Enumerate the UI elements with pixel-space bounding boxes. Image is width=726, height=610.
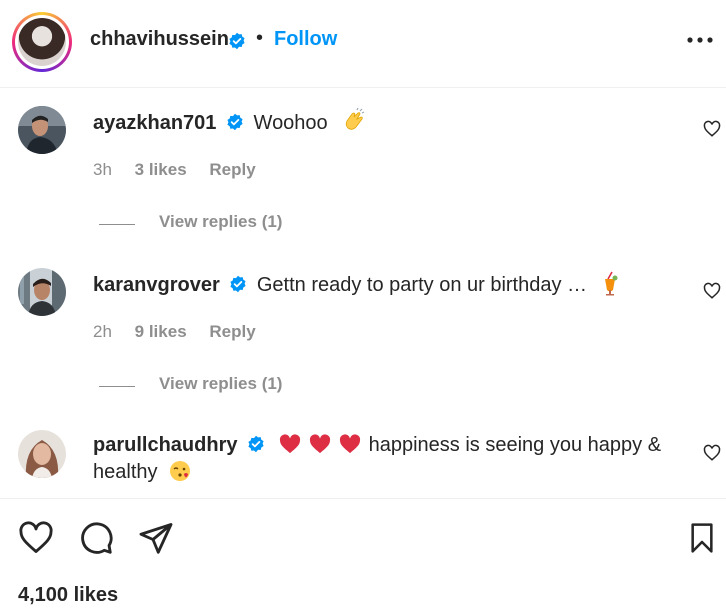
replies-divider-line: [99, 386, 135, 387]
comment-username[interactable]: parullchaudhry: [93, 434, 237, 456]
more-options-icon[interactable]: [686, 33, 714, 47]
like-heart-icon[interactable]: [703, 282, 721, 300]
avatar-image: [18, 18, 66, 66]
comment-content: karanvgrover Gettn ready to party on ur …: [93, 270, 686, 299]
comment-time: 3h: [93, 160, 112, 179]
commenter-avatar[interactable]: [18, 430, 66, 478]
view-replies-button[interactable]: View replies (1): [159, 212, 282, 232]
red-heart-emoji: [339, 434, 360, 454]
face-blowing-kiss-emoji: [170, 461, 191, 481]
like-icon[interactable]: [18, 520, 54, 556]
avatar-image: [18, 430, 66, 478]
comment-likes[interactable]: 9 likes: [135, 322, 187, 341]
post-username[interactable]: chhavihussein: [90, 28, 229, 51]
verified-badge-icon: [229, 32, 245, 50]
post-likes-count[interactable]: 4,100 likes: [18, 584, 118, 607]
comment-meta: 2h 9 likes Reply: [93, 322, 274, 342]
like-heart-icon[interactable]: [703, 120, 721, 138]
clapping-hands-emoji: [346, 108, 365, 130]
red-heart-emoji: [309, 434, 330, 454]
comment-content: ayazkhan701 Woohoo: [93, 108, 686, 137]
verified-badge-icon: [230, 275, 246, 293]
comment-content: parullchaudhry happiness is seeing you h…: [93, 432, 686, 486]
commenter-avatar[interactable]: [18, 106, 66, 154]
verified-badge-icon: [227, 113, 243, 131]
comment-text: Gettn ready to party on ur birthday …: [256, 274, 588, 296]
post-header: chhavihussein • Follow: [0, 0, 726, 88]
comment-username[interactable]: ayazkhan701: [93, 112, 216, 134]
view-replies-button[interactable]: View replies (1): [159, 374, 282, 394]
profile-avatar[interactable]: [12, 12, 72, 72]
comment-icon[interactable]: [78, 520, 114, 556]
save-bookmark-icon[interactable]: [686, 520, 718, 556]
replies-divider-line: [99, 224, 135, 225]
red-heart-emoji: [279, 434, 300, 454]
reply-button[interactable]: Reply: [209, 160, 255, 179]
avatar-image: [18, 268, 66, 316]
verified-badge-icon: [248, 435, 264, 453]
header-separator: •: [256, 27, 264, 49]
comment-text: Woohoo: [253, 112, 328, 134]
tropical-drink-emoji: [604, 271, 618, 296]
share-icon[interactable]: [138, 520, 174, 556]
reply-button[interactable]: Reply: [209, 322, 255, 341]
comment-username[interactable]: karanvgrover: [93, 274, 220, 296]
comment-time: 2h: [93, 322, 112, 341]
actions-divider: [0, 498, 726, 499]
avatar-ring-inner: [15, 15, 69, 69]
follow-button[interactable]: Follow: [274, 28, 337, 51]
comment-likes[interactable]: 3 likes: [135, 160, 187, 179]
avatar-image: [18, 106, 66, 154]
commenter-avatar[interactable]: [18, 268, 66, 316]
like-heart-icon[interactable]: [703, 444, 721, 462]
comment-meta: 3h 3 likes Reply: [93, 160, 274, 180]
